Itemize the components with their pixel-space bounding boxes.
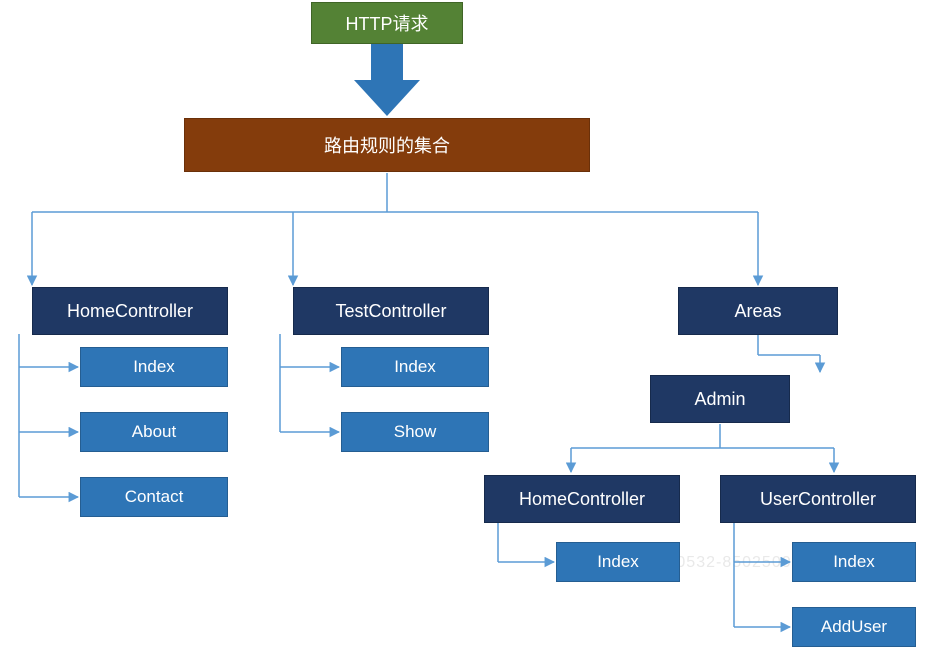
areas-node: Areas xyxy=(678,287,838,335)
admin-user-controller-node: UserController xyxy=(720,475,916,523)
routing-rules-node: 路由规则的集合 xyxy=(184,118,590,172)
admin-user-index-node: Index xyxy=(792,542,916,582)
home-controller-node: HomeController xyxy=(32,287,228,335)
test-show-node: Show xyxy=(341,412,489,452)
home-about-node: About xyxy=(80,412,228,452)
admin-user-adduser-node: AddUser xyxy=(792,607,916,647)
admin-home-controller-node: HomeController xyxy=(484,475,680,523)
admin-node: Admin xyxy=(650,375,790,423)
admin-home-index-node: Index xyxy=(556,542,680,582)
home-index-node: Index xyxy=(80,347,228,387)
http-request-node: HTTP请求 xyxy=(311,2,463,44)
test-controller-node: TestController xyxy=(293,287,489,335)
home-contact-node: Contact xyxy=(80,477,228,517)
test-index-node: Index xyxy=(341,347,489,387)
